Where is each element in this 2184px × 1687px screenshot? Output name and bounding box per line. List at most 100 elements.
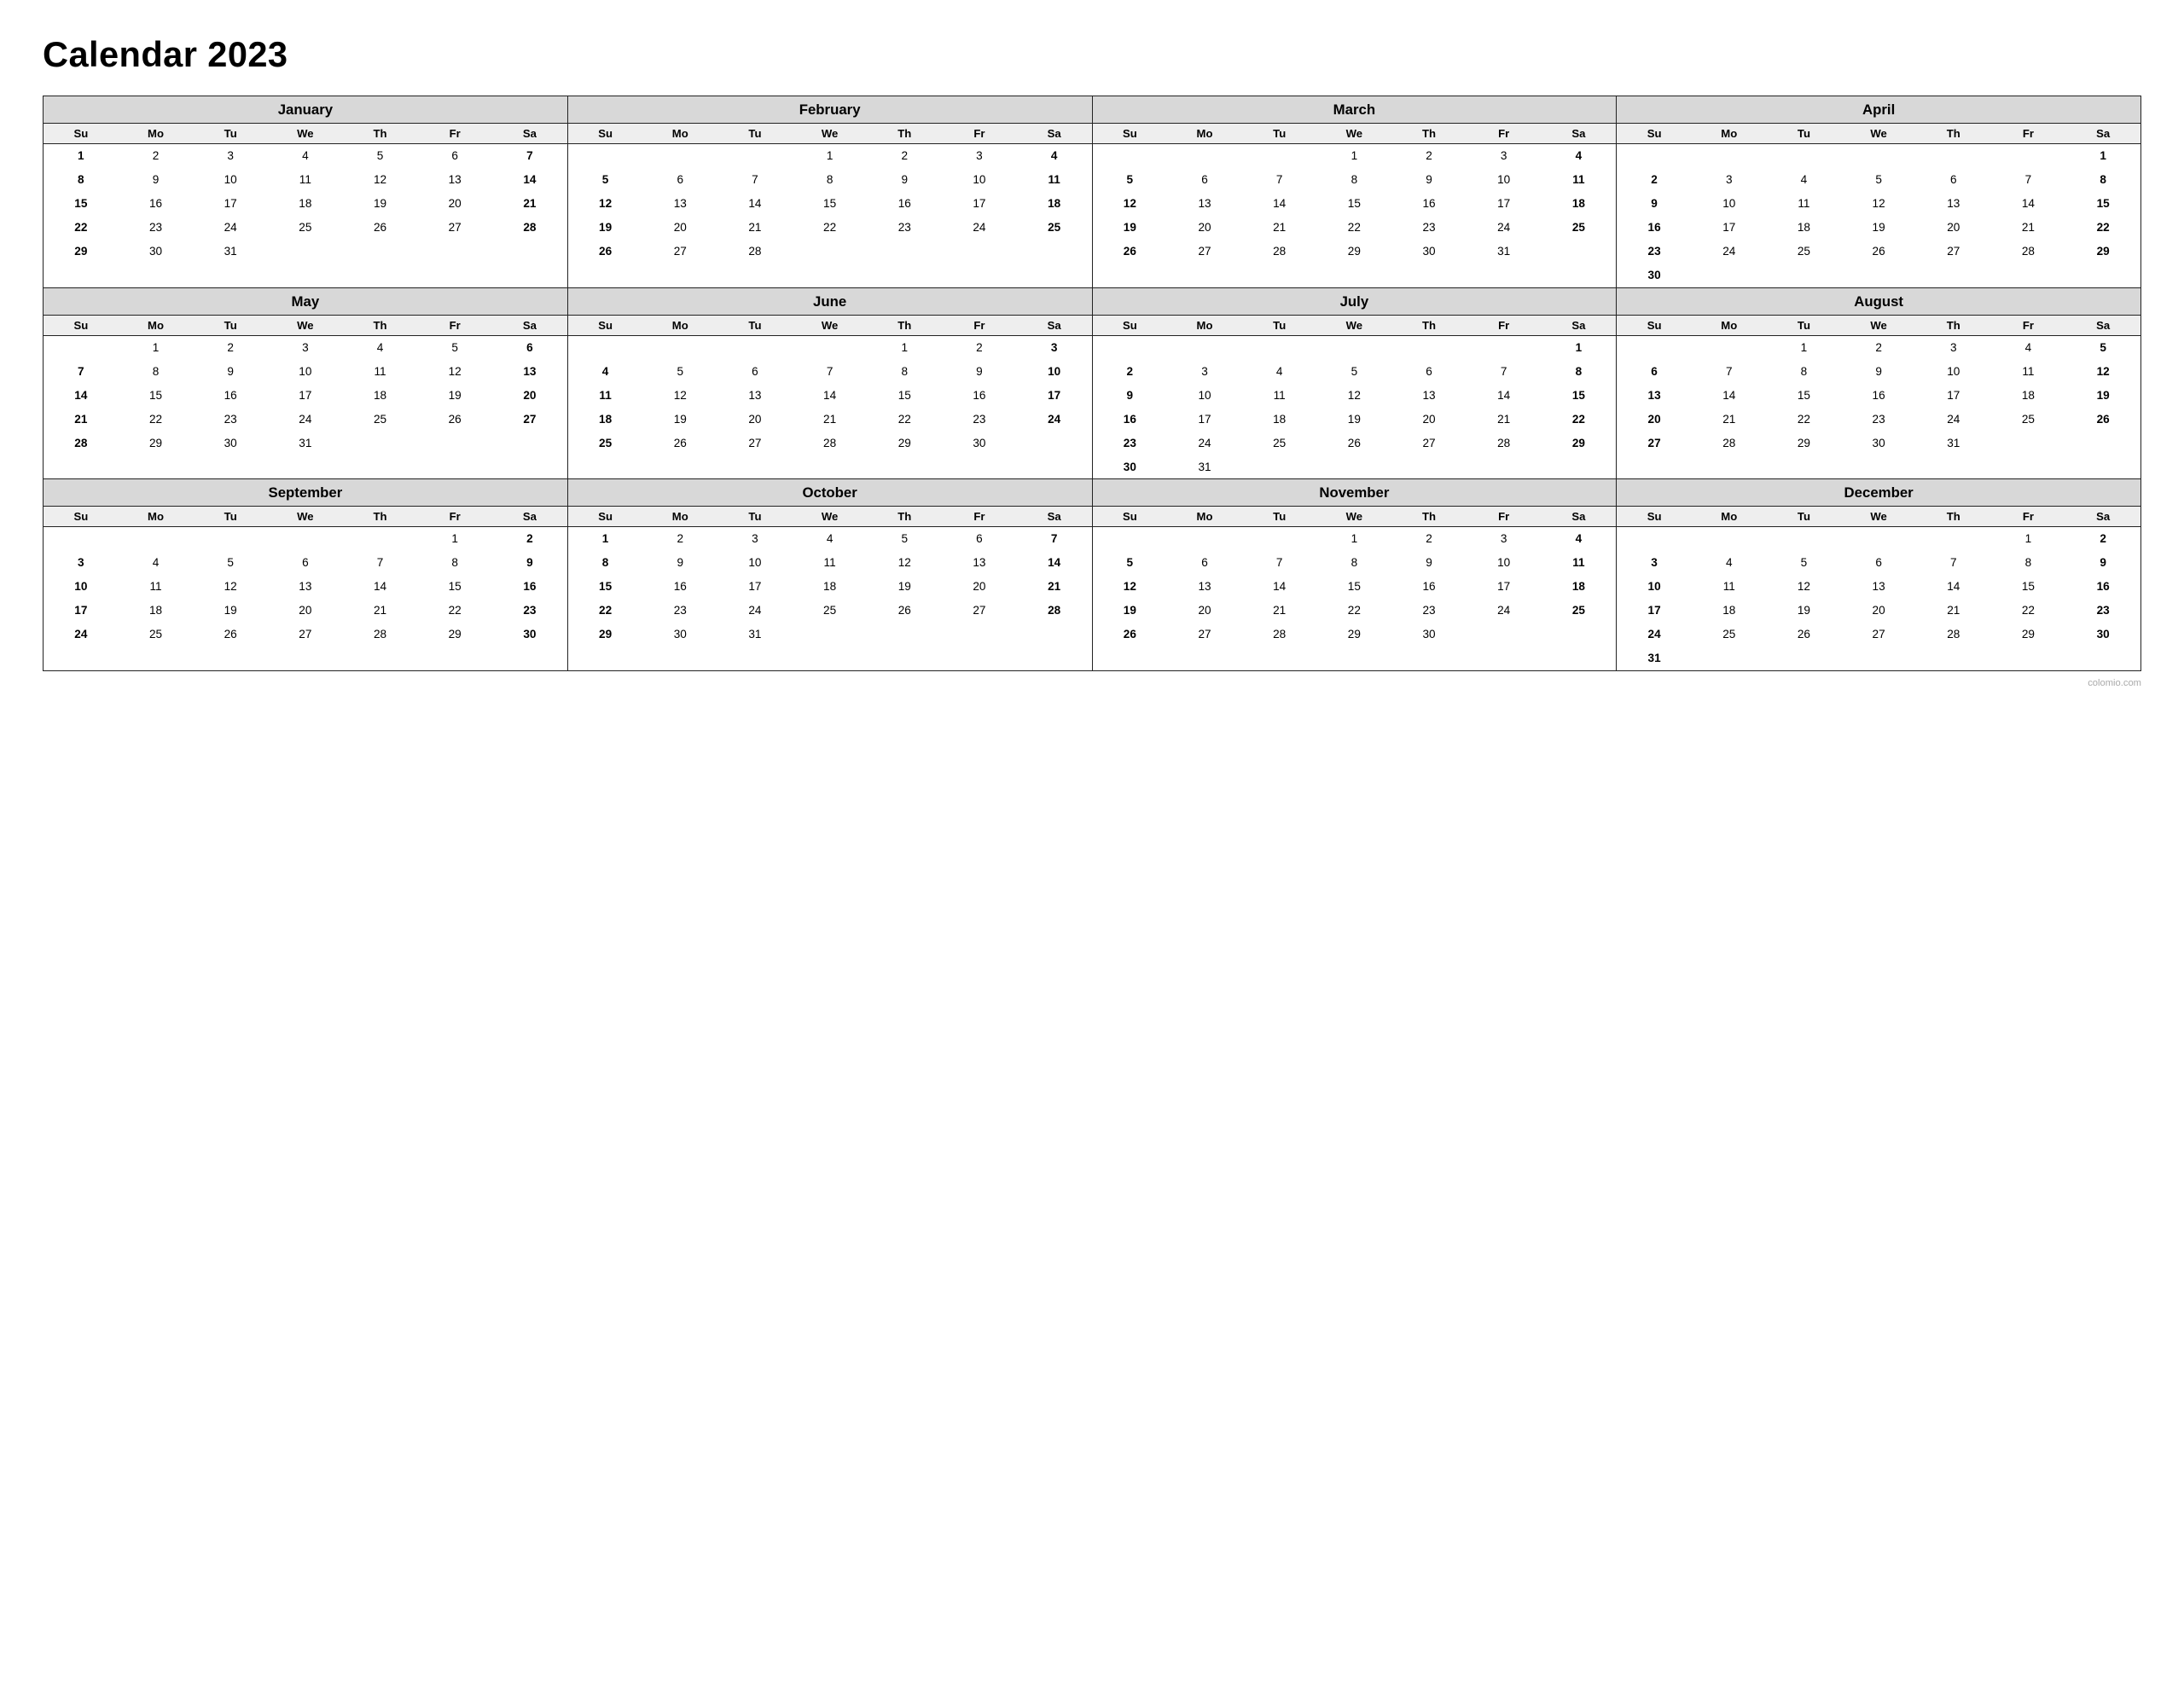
- day-header-sa: Sa: [492, 124, 567, 144]
- calendar-day: [2065, 431, 2140, 455]
- calendar-day: 7: [1242, 551, 1317, 575]
- calendar-day: 20: [1841, 599, 1916, 623]
- day-header-tu: Tu: [1242, 316, 1317, 336]
- calendar-day: 12: [1767, 575, 1842, 599]
- day-header-th: Th: [1391, 124, 1467, 144]
- calendar-day: 22: [568, 599, 643, 623]
- calendar-day: 15: [119, 383, 194, 407]
- month-table-may: SuMoTuWeThFrSa12345678910111213141516171…: [44, 316, 567, 455]
- calendar-day: 1: [1317, 527, 1392, 551]
- calendar-day: 26: [1317, 431, 1392, 455]
- calendar-day: 1: [2065, 144, 2140, 168]
- month-table-february: SuMoTuWeThFrSa12345678910111213141516171…: [568, 124, 1092, 264]
- calendar-day: 28: [717, 240, 793, 264]
- calendar-day: 26: [642, 431, 717, 455]
- day-header-we: We: [268, 316, 343, 336]
- calendar-day: 5: [417, 335, 492, 359]
- calendar-day: [1242, 144, 1317, 168]
- calendar-day: 20: [642, 216, 717, 240]
- calendar-row: 262728: [568, 240, 1092, 264]
- calendar-day: 19: [417, 383, 492, 407]
- calendar-day: 23: [119, 216, 194, 240]
- calendar-day: 13: [642, 192, 717, 216]
- calendar-day: [1242, 335, 1317, 359]
- calendar-day: 13: [1841, 575, 1916, 599]
- calendar-row: 18192021222324: [568, 407, 1092, 431]
- calendar-day: 4: [1017, 144, 1092, 168]
- month-title-april: April: [1617, 96, 2140, 124]
- calendar-day: 29: [1317, 623, 1392, 646]
- calendar-day: 3: [717, 527, 793, 551]
- calendar-row: 123: [568, 335, 1092, 359]
- calendar-day: 6: [1167, 551, 1242, 575]
- month-title-february: February: [568, 96, 1092, 124]
- calendar-day: 3: [1017, 335, 1092, 359]
- calendar-day: 15: [1542, 383, 1617, 407]
- day-header-tu: Tu: [1767, 507, 1842, 527]
- month-table-november: SuMoTuWeThFrSa12345678910111213141516171…: [1093, 507, 1617, 646]
- calendar-day: [1991, 144, 2066, 168]
- calendar-day: 11: [1017, 168, 1092, 192]
- calendar-day: [1242, 527, 1317, 551]
- calendar-day: 1: [568, 527, 643, 551]
- calendar-day: 4: [1991, 335, 2066, 359]
- calendar-day: 21: [44, 407, 119, 431]
- day-header-su: Su: [1617, 316, 1692, 336]
- calendar-day: 1: [1542, 335, 1617, 359]
- calendar-day: 19: [1093, 216, 1168, 240]
- calendar-day: 3: [1692, 168, 1767, 192]
- calendar-day: 9: [1391, 168, 1467, 192]
- calendar-day: 18: [1242, 407, 1317, 431]
- calendar-day: 23: [867, 216, 942, 240]
- calendar-day: 22: [1317, 216, 1392, 240]
- calendar-day: 22: [867, 407, 942, 431]
- day-header-tu: Tu: [193, 507, 268, 527]
- calendar-day: 3: [268, 335, 343, 359]
- calendar-day: [1767, 646, 1842, 670]
- calendar-row: 13141516171819: [1617, 383, 2140, 407]
- day-header-mo: Mo: [1167, 124, 1242, 144]
- calendar-row: 2728293031: [1617, 431, 2140, 455]
- calendar-day: 2: [119, 144, 194, 168]
- calendar-day: 7: [44, 359, 119, 383]
- calendar-row: 252627282930: [568, 431, 1092, 455]
- calendar-day: 7: [1916, 551, 1991, 575]
- calendar-day: 9: [119, 168, 194, 192]
- calendar-day: 22: [2065, 216, 2140, 240]
- calendar-day: 11: [268, 168, 343, 192]
- calendar-day: 30: [942, 431, 1017, 455]
- calendar-day: 1: [867, 335, 942, 359]
- calendar-day: 15: [568, 575, 643, 599]
- calendar-day: 15: [417, 575, 492, 599]
- month-table-august: SuMoTuWeThFrSa12345678910111213141516171…: [1617, 316, 2140, 455]
- calendar-day: 20: [1167, 216, 1242, 240]
- day-header-tu: Tu: [1242, 507, 1317, 527]
- calendar-day: [1391, 335, 1467, 359]
- calendar-day: 7: [492, 144, 567, 168]
- calendar-row: 891011121314: [568, 551, 1092, 575]
- calendar-day: 13: [417, 168, 492, 192]
- calendar-day: 15: [1317, 192, 1392, 216]
- day-header-fr: Fr: [1991, 124, 2066, 144]
- calendar-day: 24: [1467, 216, 1542, 240]
- calendar-day: 2: [642, 527, 717, 551]
- calendar-day: [942, 240, 1017, 264]
- calendar-day: 9: [867, 168, 942, 192]
- day-header-we: We: [1841, 507, 1916, 527]
- calendar-day: [1017, 623, 1092, 646]
- calendar-day: [1017, 240, 1092, 264]
- calendar-day: 21: [717, 216, 793, 240]
- calendar-day: 13: [1916, 192, 1991, 216]
- calendar-row: 22232425262728: [568, 599, 1092, 623]
- day-header-su: Su: [1093, 316, 1168, 336]
- calendar-row: 891011121314: [44, 168, 567, 192]
- day-header-tu: Tu: [193, 124, 268, 144]
- calendar-day: 4: [568, 359, 643, 383]
- day-header-sa: Sa: [492, 316, 567, 336]
- calendar-day: 23: [2065, 599, 2140, 623]
- calendar-day: 14: [1991, 192, 2066, 216]
- calendar-day: 5: [1093, 551, 1168, 575]
- calendar-day: 12: [642, 383, 717, 407]
- calendar-day: 30: [1617, 264, 1692, 287]
- calendar-day: 27: [1841, 623, 1916, 646]
